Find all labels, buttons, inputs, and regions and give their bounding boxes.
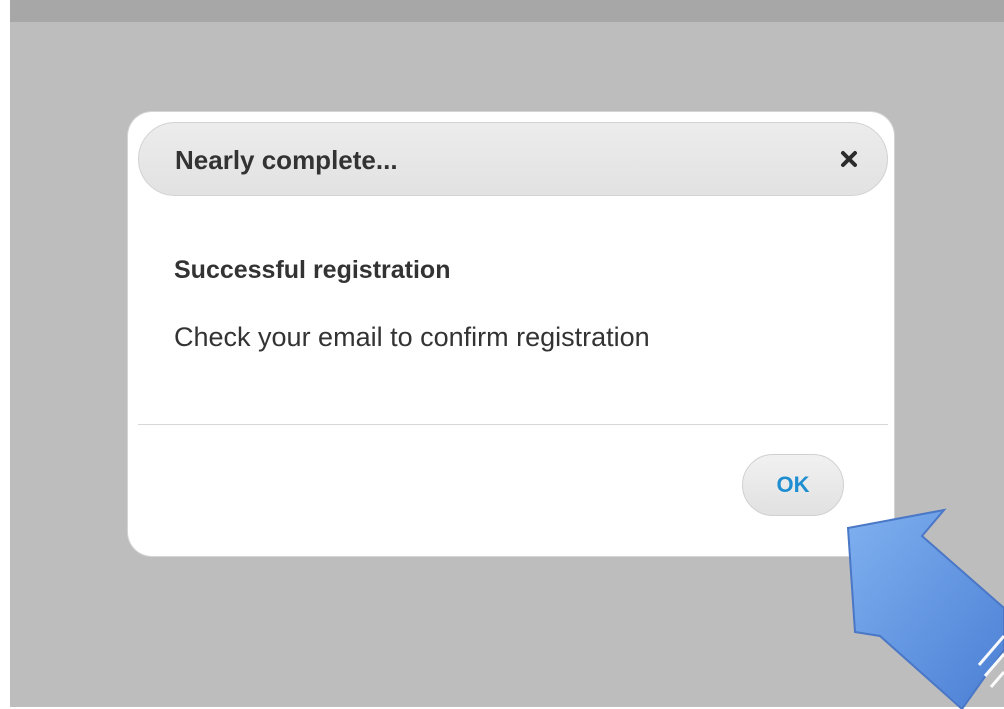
dialog-title: Nearly complete...: [175, 145, 398, 175]
message-body: Check your email to confirm registration: [174, 322, 650, 352]
registration-dialog: Nearly complete... Successful registrati…: [128, 112, 894, 556]
close-icon: [841, 151, 857, 167]
screen: Nearly complete... Successful registrati…: [0, 0, 1004, 709]
top-strip: [10, 0, 1004, 22]
close-button[interactable]: [829, 139, 869, 179]
dialog-divider: [138, 424, 888, 425]
ok-button[interactable]: OK: [742, 454, 844, 516]
pointer-arrow-icon: [846, 508, 1004, 709]
message-heading: Successful registration: [174, 256, 451, 284]
dialog-header: Nearly complete...: [138, 122, 888, 196]
